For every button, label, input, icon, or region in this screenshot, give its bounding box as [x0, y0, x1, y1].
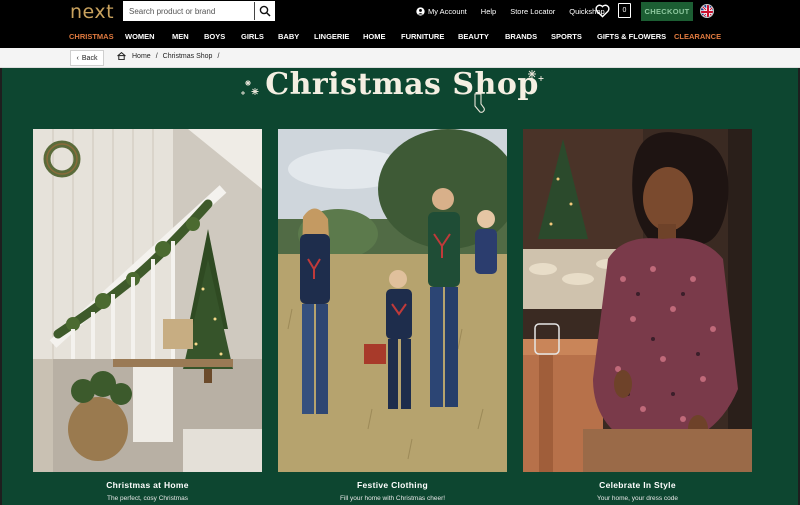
- stocking-decoration-icon: [474, 93, 485, 113]
- nav-item-boys[interactable]: BOYS: [204, 32, 225, 41]
- nav-item-brands[interactable]: BRANDS: [505, 32, 537, 41]
- card-subtitle-home: The perfect, cosy Christmas: [107, 495, 188, 502]
- chevron-left-icon: ‹: [76, 54, 79, 62]
- nav-item-home[interactable]: HOME: [363, 32, 386, 41]
- shopping-bag-icon[interactable]: 0: [618, 3, 631, 18]
- home-icon[interactable]: [117, 52, 126, 60]
- uk-flag-icon[interactable]: [700, 4, 714, 18]
- checkout-button[interactable]: CHECKOUT: [641, 2, 693, 21]
- account-icon: [416, 6, 425, 16]
- back-button[interactable]: ‹ Back: [70, 50, 104, 66]
- card-title-home[interactable]: Christmas at Home: [33, 480, 262, 490]
- search-button[interactable]: [254, 2, 274, 20]
- nav-item-gifts-flowers[interactable]: GIFTS & FLOWERS: [597, 32, 666, 41]
- nav-item-baby[interactable]: BABY: [278, 32, 299, 41]
- search-box: [123, 1, 275, 21]
- nav-item-sports[interactable]: SPORTS: [551, 32, 582, 41]
- nav-item-furniture[interactable]: FURNITURE: [401, 32, 444, 41]
- nav-item-clearance[interactable]: CLEARANCE: [674, 32, 721, 41]
- nav-item-women[interactable]: WOMEN: [125, 32, 155, 41]
- breadcrumb-home[interactable]: Home: [132, 53, 151, 60]
- top-bar: next My Account Help Store Locator Quick…: [0, 0, 800, 26]
- search-icon: [259, 5, 271, 17]
- utility-links: My Account Help Store Locator Quickshop: [416, 0, 619, 22]
- category-nav: CHRISTMAS WOMEN MEN BOYS GIRLS BABY LING…: [0, 26, 800, 48]
- nav-item-lingerie[interactable]: LINGERIE: [314, 32, 349, 41]
- card-subtitle-style: Your home, your dress code: [596, 495, 679, 502]
- my-account-label: My Account: [428, 6, 467, 16]
- christmas-shop-content: Christmas Shop Christmas at Home The per…: [0, 68, 800, 505]
- nav-item-men[interactable]: MEN: [172, 32, 189, 41]
- breadcrumb-christmas-shop[interactable]: Christmas Shop: [163, 53, 213, 60]
- favourites-heart-icon[interactable]: [595, 4, 610, 18]
- help-link[interactable]: Help: [481, 7, 496, 16]
- nav-item-girls[interactable]: GIRLS: [241, 32, 264, 41]
- next-logo[interactable]: next: [70, 1, 114, 23]
- festive-clothing-image[interactable]: [278, 129, 507, 472]
- category-card-clothing[interactable]: Festive Clothing Fill your home with Chr…: [278, 129, 507, 502]
- christmas-at-home-image[interactable]: [33, 129, 262, 472]
- back-label: Back: [81, 54, 98, 62]
- category-card-home[interactable]: Christmas at Home The perfect, cosy Chri…: [33, 129, 262, 502]
- card-title-clothing[interactable]: Festive Clothing: [278, 480, 507, 490]
- card-title-style[interactable]: Celebrate In Style: [523, 480, 752, 490]
- breadcrumb-bar: ‹ Back Home / Christmas Shop /: [0, 48, 800, 68]
- search-input[interactable]: [124, 2, 255, 20]
- breadcrumb-separator: /: [155, 52, 158, 60]
- nav-item-beauty[interactable]: BEAUTY: [458, 32, 489, 41]
- breadcrumb: Home / Christmas Shop /: [117, 52, 224, 60]
- nav-item-christmas[interactable]: CHRISTMAS: [69, 32, 114, 41]
- breadcrumb-separator: /: [217, 52, 220, 60]
- celebrate-in-style-image[interactable]: [523, 129, 752, 472]
- category-card-style[interactable]: Celebrate In Style Your home, your dress…: [523, 129, 752, 502]
- my-account-link[interactable]: My Account: [416, 7, 467, 16]
- card-subtitle-clothing: Fill your home with Christmas cheer!: [339, 495, 446, 502]
- star-decoration-icon: [528, 70, 544, 81]
- store-locator-link[interactable]: Store Locator: [510, 7, 555, 16]
